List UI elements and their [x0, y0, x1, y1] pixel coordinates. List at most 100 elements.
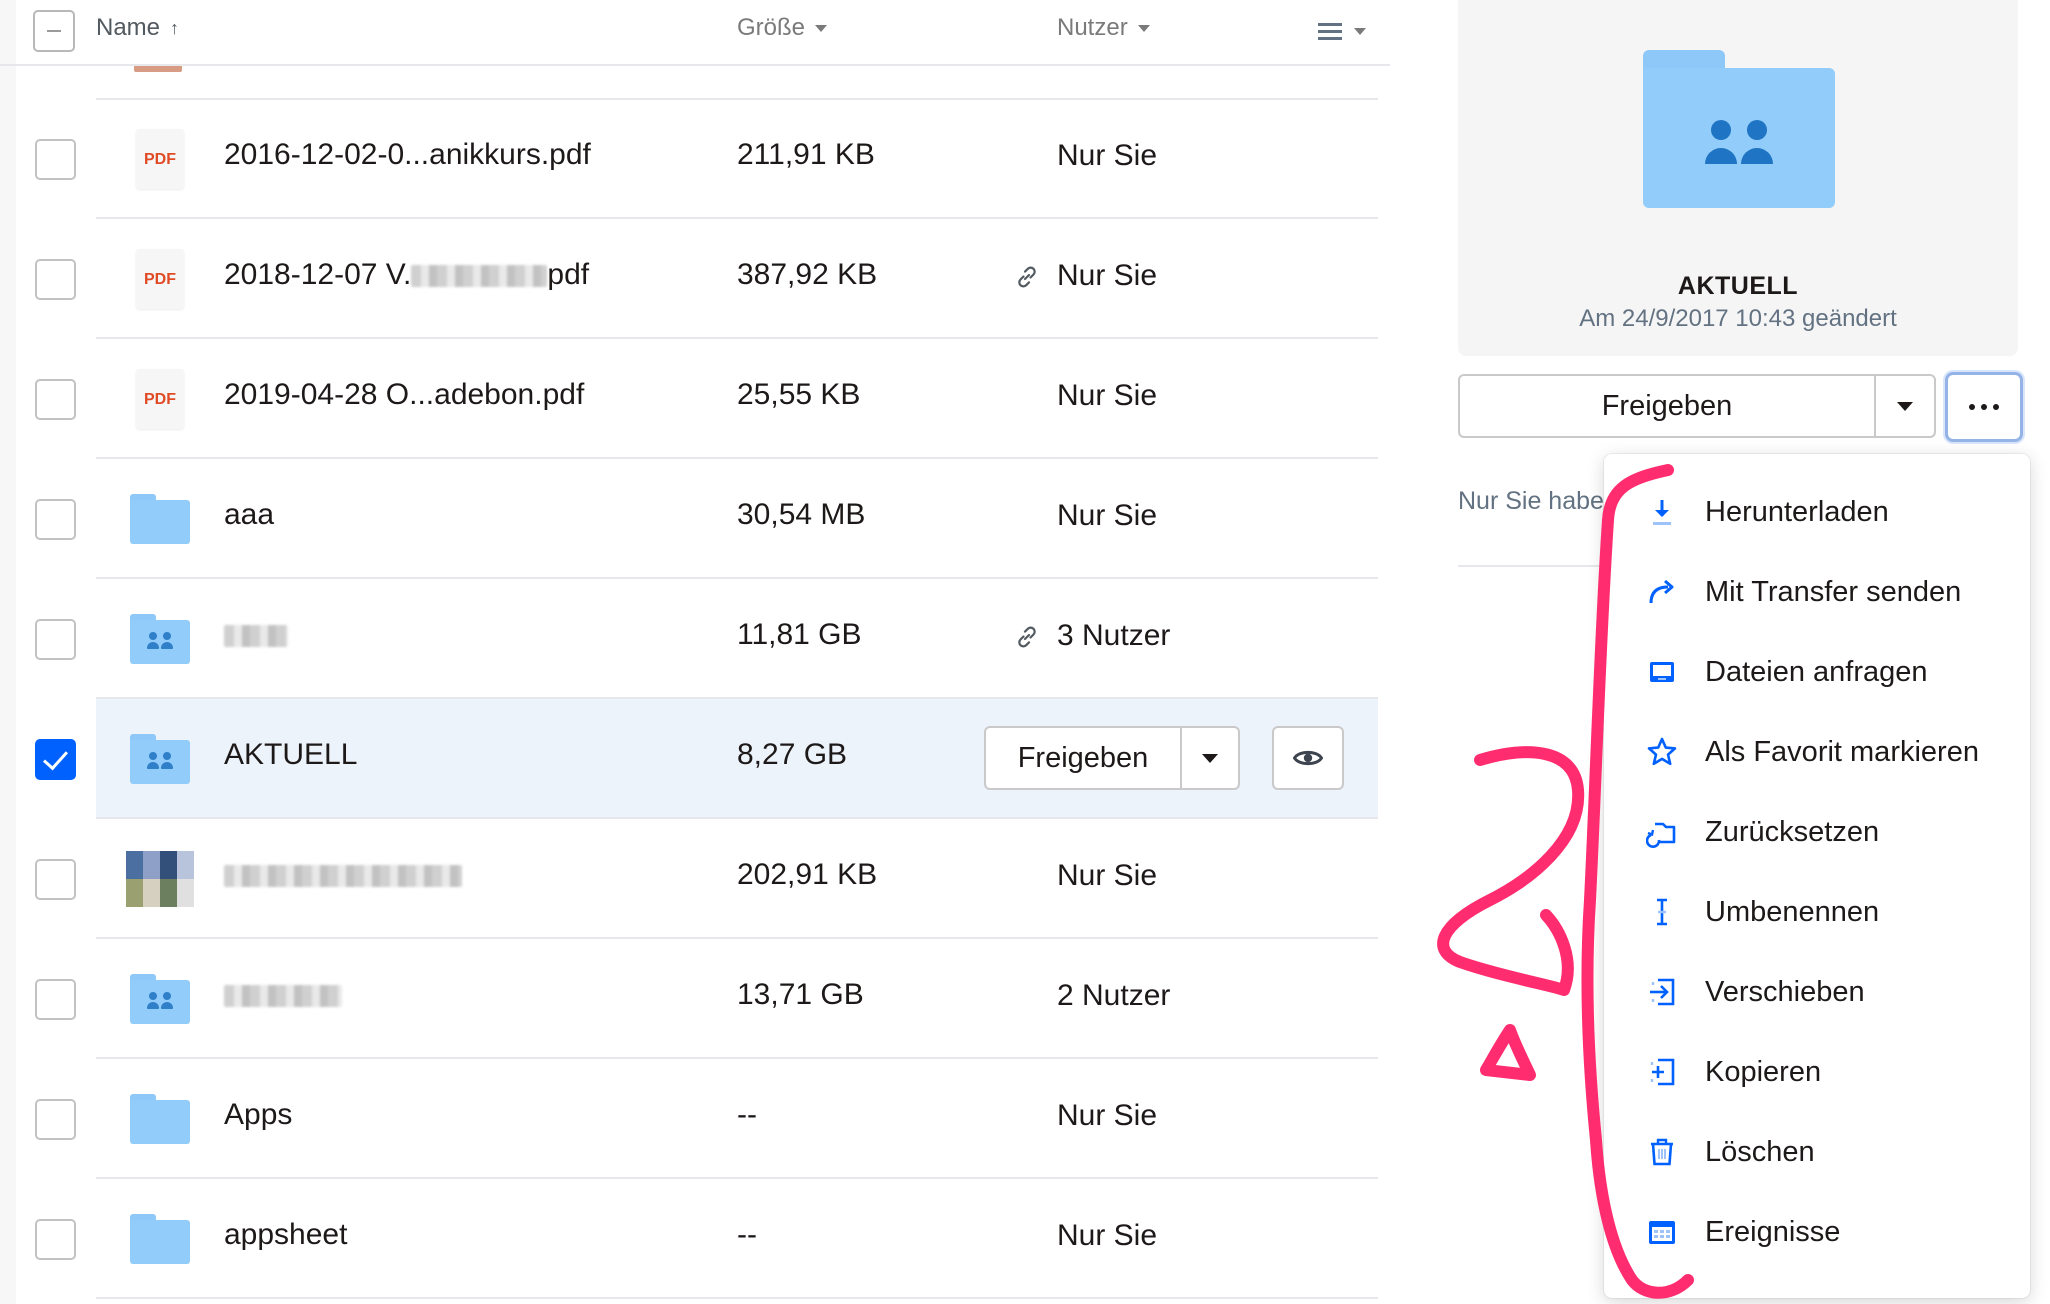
folder-icon [128, 1089, 192, 1149]
shared-folder-icon [128, 969, 192, 1029]
sort-by-members[interactable]: Nutzer [1057, 14, 1150, 42]
redacted-text [224, 985, 342, 1008]
file-size: -- [737, 1218, 757, 1251]
file-size: 13,71 GB [737, 978, 864, 1011]
file-members: Nur Sie [1057, 1099, 1158, 1132]
file-members: Nur Sie [1057, 1219, 1158, 1252]
menu-item-move[interactable]: Verschieben [1604, 952, 2030, 1032]
file-members: 2 Nutzer [1057, 979, 1171, 1012]
download-icon [1653, 500, 1671, 525]
row-checkbox[interactable] [35, 259, 76, 300]
transfer-arrow-icon [1649, 579, 1674, 604]
details-panel: AKTUELL Am 24/9/2017 10:43 geändert [1458, 0, 2018, 356]
preview-button[interactable] [1272, 726, 1344, 790]
menu-item-restore[interactable]: Zurücksetzen [1604, 792, 2030, 872]
file-name[interactable]: 2016-12-02-0...anikkurs.pdf [224, 138, 591, 172]
file-name-end: pdf [547, 258, 590, 291]
file-name[interactable]: 2018-12-07 V. pdf [224, 258, 589, 292]
pdf-icon: PDF [128, 129, 192, 189]
file-row[interactable]: Apps -- Nur Sie [0, 1059, 1390, 1179]
row-checkbox[interactable] [35, 499, 76, 540]
file-size: 387,92 KB [737, 258, 878, 291]
share-dropdown-button[interactable] [1876, 376, 1934, 436]
chevron-down-icon [815, 24, 828, 32]
text-cursor-icon [1657, 898, 1667, 926]
menu-item-events[interactable]: Ereignisse [1604, 1192, 2030, 1272]
row-share-button[interactable]: Freigeben [986, 728, 1182, 788]
link-icon [1018, 626, 1036, 648]
file-row[interactable]: PDF 2016-12-02-0...anikkurs.pdf 211,91 K… [0, 99, 1390, 219]
file-size: 25,55 KB [737, 378, 861, 411]
menu-item-label: Herunterladen [1705, 496, 1889, 528]
row-checkbox[interactable] [35, 1099, 76, 1140]
file-request-icon [1650, 662, 1674, 682]
sort-by-name[interactable]: Name ↑ [96, 14, 179, 42]
file-size: 202,91 KB [737, 858, 878, 891]
list-header: Name ↑ Größe Nutzer [0, 0, 1390, 66]
select-all-checkbox[interactable] [33, 10, 75, 52]
row-checkbox[interactable] [35, 139, 76, 180]
file-name[interactable]: appsheet [224, 1218, 347, 1252]
row-checkbox[interactable] [35, 619, 76, 660]
image-thumbnail [126, 851, 194, 911]
file-size: 30,54 MB [737, 498, 866, 531]
file-name[interactable] [224, 618, 288, 652]
annotation-mark [1480, 1024, 1536, 1081]
sort-ascending-icon: ↑ [170, 17, 180, 38]
file-row-selected[interactable]: AKTUELL 8,27 GB Freigeben [0, 699, 1390, 819]
file-list: Name ↑ Größe Nutzer PDF 2016-12-02-0...a… [0, 0, 1390, 1304]
row-checkbox[interactable] [35, 379, 76, 420]
row-checkbox[interactable] [35, 1219, 76, 1260]
file-size: 211,91 KB [737, 138, 875, 171]
menu-item-copy[interactable]: Kopieren [1604, 1032, 2030, 1112]
row-share-button-group: Freigeben [984, 726, 1240, 790]
file-row[interactable]: 13,71 GB 2 Nutzer [0, 939, 1390, 1059]
menu-item-request-files[interactable]: Dateien anfragen [1604, 632, 2030, 712]
view-toggle-button[interactable] [1318, 16, 1374, 46]
pdf-icon: PDF [128, 369, 192, 429]
file-name-start: 2018-12-07 V. [224, 258, 412, 291]
row-checkbox[interactable] [35, 859, 76, 900]
chevron-down-icon [1202, 753, 1218, 763]
more-actions-button[interactable] [1945, 372, 2023, 442]
menu-item-label: Umbenennen [1705, 896, 1880, 928]
file-row[interactable]: PDF 2019-04-28 O...adebon.pdf 25,55 KB N… [0, 339, 1390, 459]
file-row[interactable]: aaa 30,54 MB Nur Sie [0, 459, 1390, 579]
file-row[interactable]: PDF 2018-12-07 V. pdf 387,92 KB Nur Sie [0, 219, 1390, 339]
row-checkbox[interactable] [35, 979, 76, 1020]
menu-item-delete[interactable]: Löschen [1604, 1112, 2030, 1192]
file-name[interactable]: 2019-04-28 O...adebon.pdf [224, 378, 584, 412]
menu-item-add-favorite[interactable]: Als Favorit markieren [1604, 712, 2030, 792]
file-name[interactable]: AKTUELL [224, 738, 357, 772]
chevron-down-icon [1354, 27, 1366, 35]
file-name[interactable]: aaa [224, 498, 274, 532]
restore-icon [1646, 822, 1676, 848]
redacted-text [224, 865, 462, 888]
menu-item-label: Dateien anfragen [1705, 656, 1928, 688]
file-row[interactable]: 11,81 GB 3 Nutzer [0, 579, 1390, 699]
file-name[interactable]: Apps [224, 1098, 292, 1132]
file-members: Nur Sie [1057, 859, 1158, 892]
menu-item-label: Verschieben [1705, 976, 1865, 1008]
menu-item-rename[interactable]: Umbenennen [1604, 872, 2030, 952]
menu-item-label: Mit Transfer senden [1705, 576, 1962, 608]
menu-item-send-with-transfer[interactable]: Mit Transfer senden [1604, 552, 2030, 632]
sort-by-size[interactable]: Größe [737, 14, 828, 42]
more-actions-menu: Herunterladen Mit Transfer senden Dateie… [1604, 454, 2030, 1298]
folder-icon [128, 489, 192, 549]
copy-icon [1650, 1058, 1675, 1086]
file-name[interactable] [224, 858, 462, 892]
redacted-text [411, 265, 548, 288]
shared-folder-icon [128, 729, 192, 789]
file-row[interactable]: appsheet -- Nur Sie [0, 1179, 1390, 1299]
shared-folder-icon [1643, 50, 1835, 208]
row-share-dropdown[interactable] [1182, 728, 1238, 788]
redacted-text [224, 625, 288, 648]
menu-item-download[interactable]: Herunterladen [1604, 472, 2030, 552]
row-checkbox-checked[interactable] [35, 739, 76, 780]
file-size: 11,81 GB [737, 618, 862, 651]
file-row[interactable]: 202,91 KB Nur Sie [0, 819, 1390, 939]
share-button[interactable]: Freigeben [1460, 376, 1876, 436]
menu-item-label: Kopieren [1705, 1056, 1822, 1088]
file-name[interactable] [224, 978, 342, 1012]
